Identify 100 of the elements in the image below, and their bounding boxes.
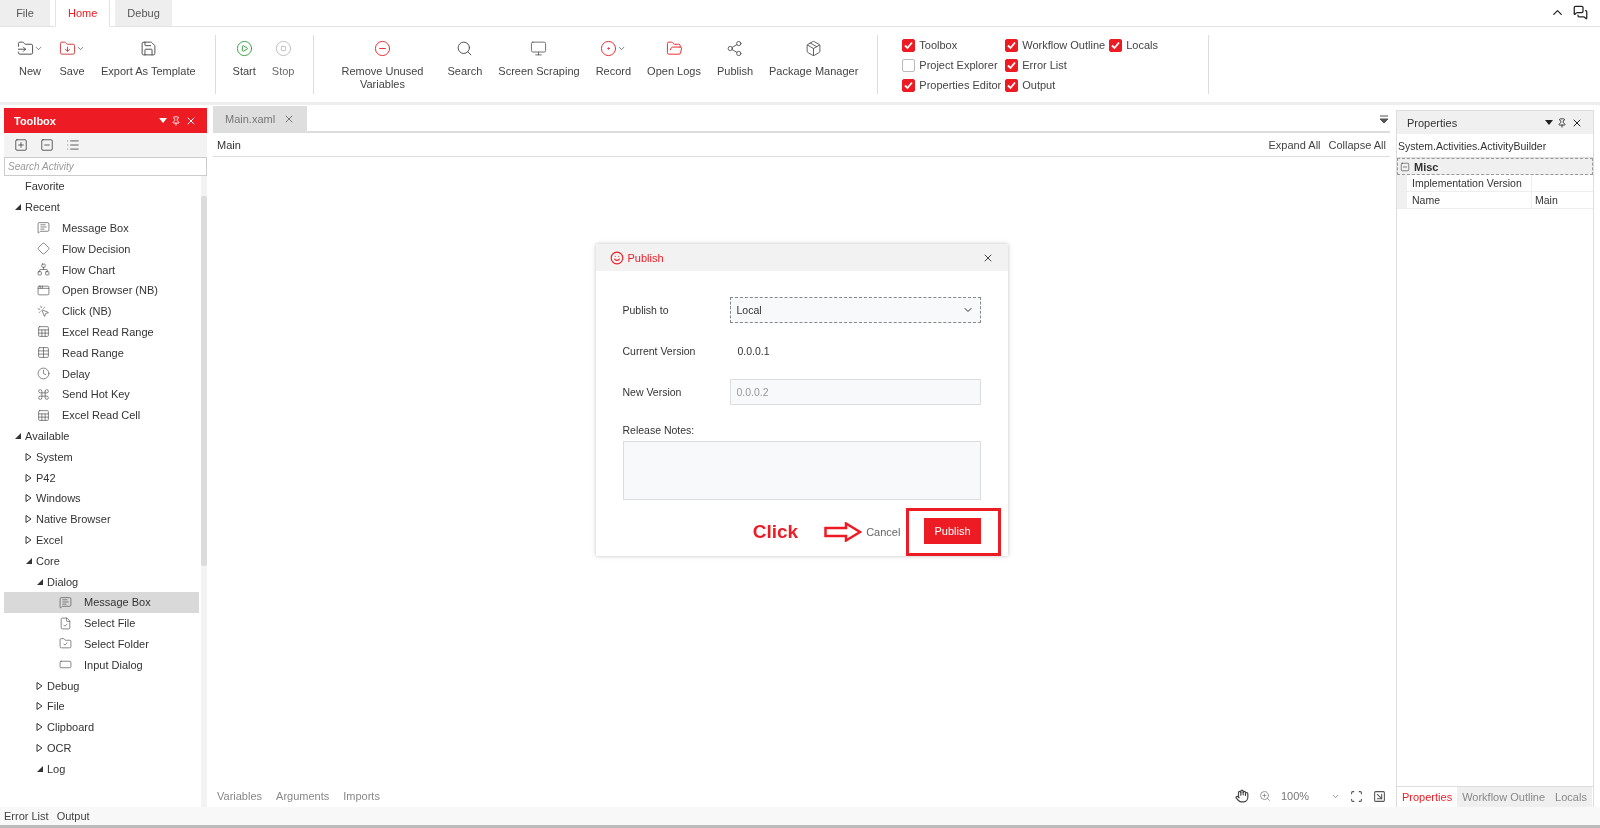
expanded-icon[interactable] — [36, 577, 43, 586]
expand-all-icon[interactable] — [14, 138, 28, 152]
tree-category[interactable]: Clipboard — [47, 721, 95, 734]
tree-item[interactable]: Delay — [4, 363, 199, 384]
ribbon-tab[interactable]: File — [0, 0, 50, 26]
hand-icon[interactable] — [1235, 789, 1249, 803]
collapsed-icon[interactable] — [36, 681, 43, 690]
ribbon-button[interactable]: Remove Unused Variables — [326, 35, 439, 93]
panel-checkbox[interactable]: Output — [1005, 75, 1106, 95]
tree-item[interactable]: Read Range — [4, 342, 199, 364]
checkbox[interactable] — [1005, 38, 1019, 52]
tree-item[interactable]: Message Box — [4, 217, 199, 239]
checkbox[interactable] — [1005, 78, 1019, 92]
checkbox[interactable] — [902, 38, 916, 52]
collapsed-icon[interactable] — [25, 452, 32, 461]
tree-item[interactable]: Open Browser (NB) — [4, 280, 199, 301]
collapse-icon[interactable] — [1400, 161, 1410, 172]
zoom-icon[interactable] — [1259, 790, 1271, 802]
ribbon-button[interactable]: Export As Template — [94, 35, 203, 80]
tree-category[interactable]: Excel — [36, 533, 63, 546]
designer-tab[interactable]: Imports — [343, 790, 380, 802]
ribbon-button[interactable]: Record — [588, 35, 639, 80]
cancel-button[interactable]: Cancel — [864, 526, 903, 538]
comments-icon[interactable] — [1573, 5, 1588, 20]
collapsed-icon[interactable] — [36, 723, 43, 732]
collapsed-icon[interactable] — [25, 515, 32, 524]
panel-checkbox[interactable]: Error List — [1005, 55, 1106, 75]
ribbon-button[interactable]: Publish — [709, 35, 760, 80]
tree-link[interactable]: Collapse All — [1328, 138, 1386, 151]
checkbox[interactable] — [1109, 38, 1123, 52]
dropdown-icon[interactable] — [1545, 119, 1553, 126]
panel-checkbox[interactable]: Workflow Outline — [1005, 35, 1106, 55]
panel-checkbox[interactable]: Toolbox — [902, 35, 1002, 55]
tree-item[interactable]: Flow Chart — [4, 259, 199, 280]
input-field[interactable]: 0.0.0.2 — [729, 378, 981, 405]
tree-link[interactable]: Expand All — [1268, 138, 1321, 151]
ribbon-button[interactable]: Search — [440, 35, 490, 80]
property-value[interactable]: Main — [1532, 192, 1593, 208]
tree-category[interactable]: File — [47, 700, 65, 713]
ribbon-button[interactable]: Open Logs — [640, 35, 708, 80]
publish-button[interactable]: Publish — [924, 518, 981, 544]
collapsed-icon[interactable] — [25, 535, 32, 544]
expanded-icon[interactable] — [14, 431, 21, 440]
tree-category[interactable]: Windows — [36, 492, 81, 505]
pin-icon[interactable] — [1557, 117, 1567, 128]
search-field[interactable]: Search Activity — [4, 157, 207, 176]
fit-icon[interactable] — [1350, 789, 1363, 803]
ribbon-button[interactable]: Save — [52, 35, 92, 80]
zoom-level[interactable]: 100% — [1281, 790, 1321, 802]
tree-category[interactable]: Available — [25, 429, 70, 442]
collapse-all-icon[interactable] — [40, 138, 54, 152]
tree-category[interactable]: Log — [47, 762, 66, 775]
expanded-icon[interactable] — [14, 203, 21, 212]
tree-category[interactable]: Native Browser — [36, 513, 111, 526]
tree-category[interactable]: Dialog — [47, 575, 79, 588]
ribbon-button[interactable]: New — [10, 35, 50, 80]
collapsed-icon[interactable] — [36, 743, 43, 752]
tree-item[interactable]: Select Folder — [4, 633, 199, 655]
tree-item[interactable]: Excel Read Cell — [4, 404, 199, 426]
panel-checkbox[interactable]: Project Explorer — [902, 55, 1002, 75]
ribbon-button[interactable]: Start — [225, 35, 263, 80]
checkbox[interactable] — [902, 78, 916, 92]
tree-category[interactable]: Core — [36, 554, 60, 567]
ribbon-tab[interactable]: Home — [55, 0, 111, 27]
designer-tab[interactable]: Variables — [217, 790, 263, 802]
collapsed-icon[interactable] — [25, 494, 32, 503]
tree-category[interactable]: Favorite — [25, 180, 65, 193]
tree-category[interactable]: OCR — [47, 741, 72, 754]
ribbon-button[interactable]: Screen Scraping — [491, 35, 587, 80]
tree-category[interactable]: P42 — [36, 471, 56, 484]
bottom-tab[interactable]: Error List — [0, 810, 53, 822]
panel-checkbox[interactable]: Properties Editor — [902, 75, 1002, 95]
tree-item[interactable]: Send Hot Key — [4, 383, 199, 405]
overview-icon[interactable] — [1373, 789, 1386, 803]
designer-tab[interactable]: Arguments — [276, 790, 330, 802]
tree-category[interactable]: Debug — [47, 679, 80, 692]
checkbox[interactable] — [1005, 58, 1019, 72]
tab-list-icon[interactable] — [1380, 115, 1388, 123]
panel-title: Properties — [1407, 116, 1458, 129]
tree-category[interactable]: Recent — [25, 201, 60, 214]
collapsed-icon[interactable] — [25, 473, 32, 482]
expanded-icon[interactable] — [25, 556, 32, 565]
pin-icon[interactable] — [171, 115, 181, 126]
scrollbar[interactable] — [201, 176, 207, 807]
tree-item[interactable]: Flow Decision — [4, 238, 199, 260]
expanded-icon[interactable] — [36, 764, 43, 773]
ribbon-tab[interactable]: Debug — [115, 0, 172, 26]
ribbon-button[interactable]: Package Manager — [762, 35, 866, 80]
tree-item[interactable]: Message Box — [4, 591, 199, 613]
tree-category[interactable]: System — [36, 450, 73, 463]
tree-item[interactable]: Excel Read Range — [4, 321, 199, 343]
tree-item[interactable]: Click (NB) — [4, 300, 199, 322]
notes-field[interactable] — [622, 441, 981, 500]
panel-checkbox[interactable]: Locals — [1109, 35, 1158, 55]
tree-item[interactable]: Input Dialog — [4, 654, 199, 676]
bottom-tab[interactable]: Output — [52, 810, 94, 822]
publish-target-select[interactable]: Local — [729, 296, 981, 323]
tree-item[interactable]: Select File — [4, 612, 199, 634]
checkbox[interactable] — [902, 58, 916, 72]
collapsed-icon[interactable] — [36, 702, 43, 711]
